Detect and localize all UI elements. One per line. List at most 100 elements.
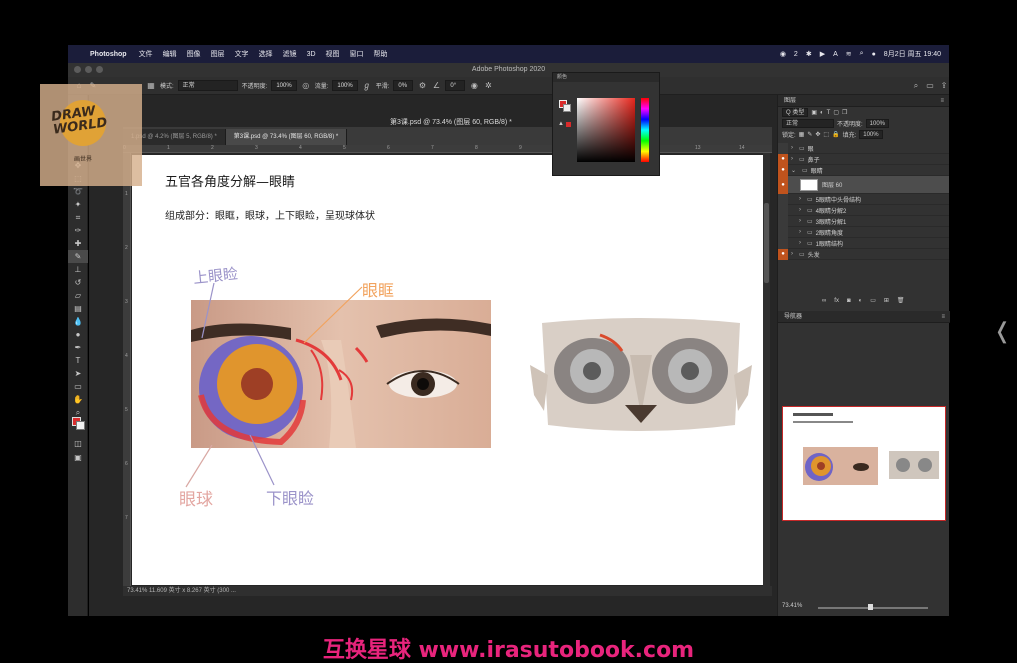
layer-row[interactable]: ● › ▭ 5眼睛中头骨结构 [778,193,949,205]
document-canvas[interactable]: 五官各角度分解—眼睛 组成部分：眼眶，眼球，上下眼睑，呈现球体状 上眼睑 眼眶 … [132,155,763,585]
workspace-icon[interactable]: ▭ [925,81,935,91]
airbrush-icon[interactable]: ℊ [362,81,372,91]
layer-row-selected[interactable]: ● 图层 60 [778,175,949,194]
chevron-right-icon[interactable]: › [799,207,801,213]
chevron-right-icon[interactable]: › [799,196,801,202]
symmetry-icon[interactable]: ✲ [483,81,493,91]
angle-icon[interactable]: ∠ [431,81,441,91]
filter-pixel-icon[interactable]: ▣ [811,109,817,116]
lock-artboard-icon[interactable]: ⬚ [823,131,829,138]
pressure-size-icon[interactable]: ◉ [469,81,479,91]
keyboard-icon[interactable]: A [833,51,838,58]
menu-app-photoshop[interactable]: Photoshop [90,51,127,58]
filter-type-icon[interactable]: T [827,110,831,116]
visibility-eye-icon[interactable]: ● [778,237,788,249]
zoom-window-button[interactable] [96,66,103,73]
history-brush-tool-icon[interactable]: ↺ [68,276,88,289]
tab-document-2[interactable]: 第3课.psd @ 73.4% (图层 60, RGB/8) * [225,129,348,145]
eyedropper-tool-icon[interactable]: ✑ [68,224,88,237]
stamp-tool-icon[interactable]: ⊥ [68,263,88,276]
filter-adjust-icon[interactable]: ◐ [820,110,824,116]
wifi-icon[interactable]: ≋ [846,50,852,58]
lock-position-icon[interactable]: ✥ [815,131,820,138]
navigator-thumbnail[interactable] [782,406,946,521]
fill-input[interactable]: 100% [859,130,883,139]
new-layer-icon[interactable]: ⊞ [884,297,889,304]
color-saturation-field[interactable] [577,98,635,162]
visibility-eye-icon[interactable]: ● [778,164,788,176]
lasso-tool-icon[interactable]: ➰ [68,185,88,198]
panel-menu-icon[interactable]: ≡ [941,311,945,323]
chevron-right-icon[interactable]: › [799,229,801,235]
blur-tool-icon[interactable]: 💧 [68,315,88,328]
visibility-eye-icon[interactable]: ● [778,153,788,165]
chevron-right-icon[interactable]: › [791,251,793,257]
web-safe-swatch[interactable] [566,122,571,127]
pen-tool-icon[interactable]: ✒ [68,341,88,354]
menu-edit[interactable]: 编辑 [163,49,177,59]
layer-kind-filter[interactable]: Q 类型 [782,108,809,117]
chevron-right-icon[interactable]: › [799,240,801,246]
menu-filter[interactable]: 滤镜 [283,49,297,59]
ruler-left[interactable]: 1 2 3 4 5 6 7 [123,153,131,586]
dodge-tool-icon[interactable]: ● [68,328,88,341]
layers-panel-title[interactable]: 图层 [784,98,796,104]
magic-wand-tool-icon[interactable]: ✦ [68,198,88,211]
menu-type[interactable]: 文字 [235,49,249,59]
chevron-down-icon[interactable]: ⌄ [791,167,796,174]
brush-settings-icon[interactable]: ▦ [146,81,156,91]
close-window-button[interactable] [74,66,81,73]
lock-pixels-icon[interactable]: ▦ [799,131,805,138]
angle-input[interactable]: 0° [445,80,466,91]
menu-image[interactable]: 图像 [187,49,201,59]
gear-icon[interactable]: ⚙ [417,81,427,91]
chevron-right-icon[interactable]: › [799,218,801,224]
chevron-right-icon[interactable]: › [791,156,793,162]
visibility-eye-icon[interactable]: ● [778,142,788,154]
search-icon[interactable]: ⌕ [911,81,921,91]
layer-row[interactable]: ● ⌄ ▭ 眼睛 [778,164,949,176]
visibility-eye-icon[interactable]: ● [778,215,788,227]
lock-all-icon[interactable]: 🔒 [832,131,839,138]
pressure-opacity-icon[interactable]: ◎ [301,81,311,91]
layer-row[interactable]: ● › ▭ 4眼睛分解2 [778,204,949,216]
panel-menu-icon[interactable]: ≡ [940,95,944,107]
chevron-left-icon[interactable]: ❬ [993,318,1011,344]
shape-tool-icon[interactable]: ▭ [68,380,88,393]
filter-shape-icon[interactable]: ▢ [833,109,839,116]
navigator-zoom-slider[interactable] [818,607,928,609]
visibility-eye-icon[interactable]: ● [778,193,788,205]
layer-row[interactable]: ● › ▭ 眼 [778,142,949,154]
hand-tool-icon[interactable]: ✋ [68,393,88,406]
menu-3d[interactable]: 3D [307,51,316,58]
layer-row[interactable]: ● › ▭ 3眼睛分解1 [778,215,949,227]
healing-tool-icon[interactable]: ✚ [68,237,88,250]
layer-mask-icon[interactable]: ◙ [847,298,851,304]
filter-smart-icon[interactable]: ❐ [842,109,847,116]
screen-mode-icon[interactable]: ▣ [68,451,88,464]
clock[interactable]: 8月2日 周五 19:40 [884,49,941,59]
spotlight-icon[interactable]: ⌕ [860,50,864,58]
share-icon[interactable]: ⇪ [939,81,949,91]
airplay-icon[interactable]: ▶ [820,50,825,58]
link-layers-icon[interactable]: ∞ [822,298,826,304]
scrollbar-thumb[interactable] [764,203,769,283]
gamut-warning-icon[interactable]: ▲ [558,121,564,127]
navigator-zoom-knob[interactable] [868,604,873,610]
background-color-swatch[interactable] [76,421,85,430]
menu-layer[interactable]: 图层 [211,49,225,59]
siri-icon[interactable]: ● [872,51,876,58]
menu-window[interactable]: 窗口 [350,49,364,59]
delete-layer-icon[interactable]: 🗑 [897,297,905,304]
layer-opacity-input[interactable]: 100% [865,119,890,128]
new-group-icon[interactable]: ▭ [870,297,876,304]
visibility-eye-icon[interactable]: ● [778,175,788,194]
navigator-panel-title[interactable]: 导航器 [784,314,802,320]
color-background-swatch[interactable] [563,104,571,112]
chevron-right-icon[interactable]: › [791,145,793,151]
eraser-tool-icon[interactable]: ▱ [68,289,88,302]
navigator-zoom-value[interactable]: 73.41% [782,603,802,609]
bluetooth-icon[interactable]: ✱ [806,50,812,58]
mode-dropdown[interactable]: 正常 [177,80,238,91]
layer-row[interactable]: ● › ▭ 鼻子 [778,153,949,165]
